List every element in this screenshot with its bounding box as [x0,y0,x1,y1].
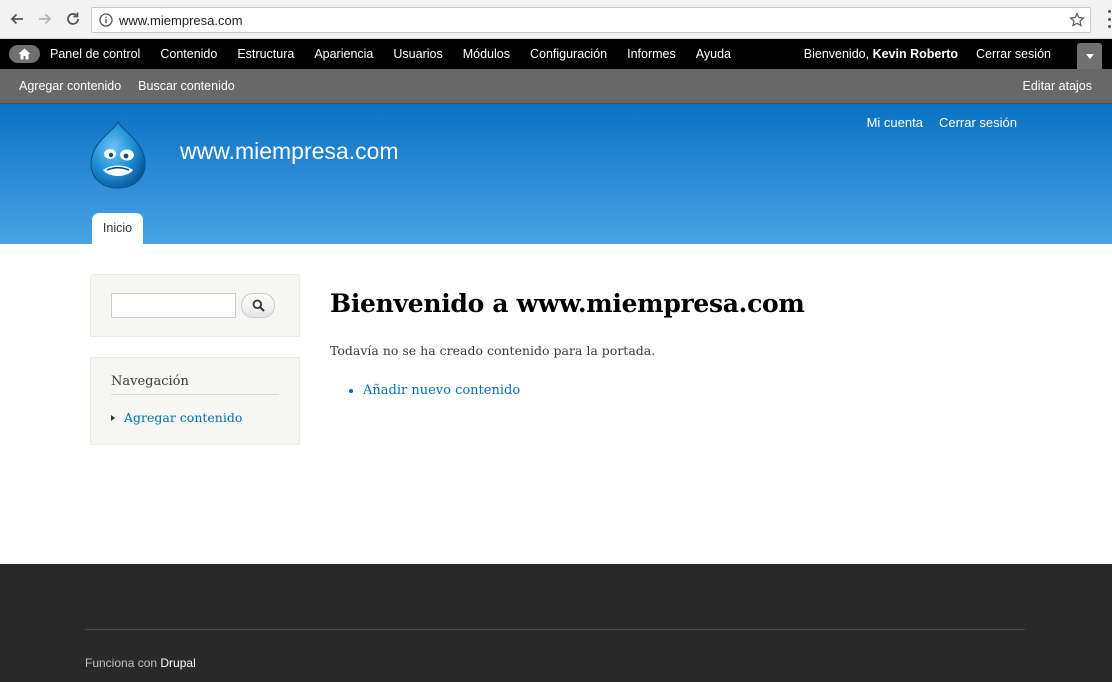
home-button[interactable] [9,45,40,63]
toolbar-logout-link[interactable]: Cerrar sesión [976,39,1051,69]
toolbar-item-apariencia[interactable]: Apariencia [304,47,383,61]
toolbar-item-contenido[interactable]: Contenido [150,47,227,61]
forward-button[interactable] [34,8,56,30]
tab-inicio[interactable]: Inicio [92,213,143,244]
welcome-prefix: Bienvenido, [803,47,870,61]
nav-item-add-content[interactable]: Agregar contenido [111,410,242,425]
home-icon [18,48,31,60]
page-title: Bienvenido a www.miempresa.com [330,289,805,318]
user-name-link[interactable]: Kevin Roberto [873,47,958,61]
site-name-link[interactable]: www.miempresa.com [180,138,399,165]
powered-by-text: Funciona con Drupal [85,656,196,670]
back-icon [10,13,23,25]
navigation-block: Navegación Agregar contenido [90,357,300,445]
address-bar[interactable]: www.miempresa.com [91,7,1091,33]
back-button[interactable] [6,8,28,30]
shortcut-add-content[interactable]: Agregar contenido [9,79,128,93]
drupal-logo-icon[interactable] [87,120,149,190]
add-content-link[interactable]: Añadir nuevo contenido [363,383,520,398]
header-logout-link[interactable]: Cerrar sesión [939,115,1017,130]
navigation-title: Navegación [111,374,279,395]
my-account-link[interactable]: Mi cuenta [867,115,923,130]
menu-dots-icon[interactable] [1106,10,1112,28]
reload-button[interactable] [62,8,84,30]
search-input[interactable] [111,293,236,318]
edit-shortcuts-link[interactable]: Editar atajos [1023,69,1092,103]
toolbar-menu: Panel de control Contenido Estructura Ap… [40,39,741,69]
toolbar-item-informes[interactable]: Informes [617,47,686,61]
search-icon [252,299,265,312]
toolbar-item-usuarios[interactable]: Usuarios [383,47,452,61]
browser-toolbar: www.miempresa.com [0,0,1112,39]
bullet-icon [349,388,353,393]
toolbar-item-modulos[interactable]: Módulos [453,47,520,61]
secondary-menu: Mi cuenta Cerrar sesión [851,115,1017,130]
welcome-text: Bienvenido, Kevin Roberto [804,39,958,69]
site-header: www.miempresa.com Mi cuenta Cerrar sesió… [0,104,1112,244]
reload-icon [67,12,79,25]
shortcuts-list: Agregar contenido Buscar contenido [9,69,242,103]
star-icon[interactable] [1069,12,1085,28]
search-block [90,274,300,337]
toolbar-item-panel[interactable]: Panel de control [40,47,150,61]
chevron-down-icon [1085,53,1094,59]
toolbar-item-ayuda[interactable]: Ayuda [686,47,741,61]
drupal-link[interactable]: Drupal [160,656,195,670]
admin-toolbar: Panel de control Contenido Estructura Ap… [0,39,1112,69]
forward-icon [39,13,52,25]
shortcut-find-content[interactable]: Buscar contenido [128,79,242,93]
toolbar-item-estructura[interactable]: Estructura [227,47,304,61]
site-footer: Funciona con Drupal [0,564,1112,682]
shortcuts-bar: Agregar contenido Buscar contenido Edita… [0,69,1112,104]
add-content-item[interactable]: Añadir nuevo contenido [349,383,520,398]
intro-text: Todavía no se ha creado contenido para l… [330,343,656,358]
info-icon[interactable] [99,13,113,27]
toolbar-item-configuracion[interactable]: Configuración [520,47,617,61]
nav-arrow-icon [111,414,115,421]
url-text[interactable]: www.miempresa.com [119,13,243,28]
powered-prefix: Funciona con [85,656,158,670]
shortcuts-toggle-button[interactable] [1077,43,1102,69]
search-button[interactable] [241,293,275,318]
nav-item-label[interactable]: Agregar contenido [124,410,242,425]
footer-divider [85,629,1025,630]
